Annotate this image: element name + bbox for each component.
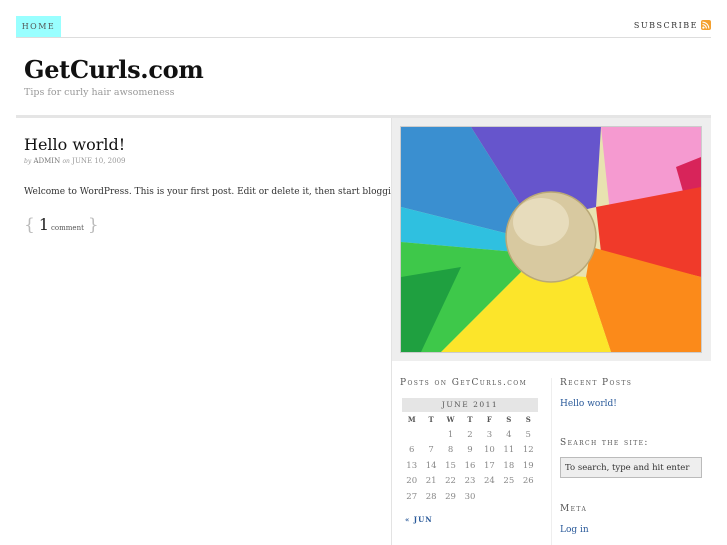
nav-home-tab[interactable]: HOME [16,16,61,37]
comments-link[interactable]: { 1 comment } [24,215,99,235]
login-link[interactable]: Log in [560,525,589,535]
calendar-day: 1 [447,429,454,440]
rss-icon[interactable] [701,20,711,30]
calendar-day [480,489,499,505]
subscribe-link[interactable]: SUBSCRIBE [634,20,711,30]
post-by-label: by [24,158,32,165]
calendar-day: 21 [425,476,437,487]
calendar-day: 18 [503,460,515,471]
calendar-week: 20 21 22 23 24 25 26 [402,474,538,490]
calendar-day-header: F [486,415,492,424]
calendar-day: 25 [503,476,515,487]
calendar-day: 20 [406,476,418,487]
close-brace: } [87,215,99,235]
calendar-day: 19 [522,460,534,471]
calendar-day-header: M [407,415,416,424]
calendar: JUNE 2011 M T W T F S S 1 2 3 4 5 6 7 8 … [402,398,538,505]
calendar-day: 5 [525,429,531,440]
calendar-day: 11 [503,445,515,456]
search-input[interactable] [560,457,702,478]
site-title[interactable]: GetCurls.com [24,55,204,84]
comment-label[interactable]: comment [51,224,84,232]
subscribe-label: SUBSCRIBE [633,20,698,30]
recent-posts-title: Recent Posts [560,378,633,388]
calendar-day [402,427,421,443]
site-description: Tips for curly hair awsomeness [24,87,175,98]
calendar-day: 16 [464,460,476,471]
post-date: JUNE 10, 2009 [72,157,126,165]
top-nav: HOME SUBSCRIBE [16,16,711,38]
calendar-day: 13 [406,460,418,471]
comment-count[interactable]: 1 [39,215,49,234]
calendar-day: 7 [428,445,434,456]
calendar-day: 15 [445,460,456,471]
calendar-day-header: W [446,415,455,424]
calendar-week: 13 14 15 16 17 18 19 [402,458,538,474]
calendar-prev-month-link[interactable]: « JUN [405,515,433,524]
calendar-day [499,489,518,505]
calendar-week: 1 2 3 4 5 [402,427,538,443]
calendar-day: 9 [467,445,473,456]
post-on-label: on [62,158,70,165]
calendar-day: 28 [425,491,437,502]
calendar-day: 17 [483,460,495,471]
calendar-day: 14 [425,460,437,471]
calendar-widget-title: Posts on GetCurls.com [400,378,528,388]
calendar-day: 29 [445,491,456,502]
calendar-day: 3 [486,429,493,440]
calendar-day [421,427,440,443]
featured-image [400,126,702,353]
post-author-link[interactable]: ADMIN [33,157,60,165]
post-meta: by ADMIN on JUNE 10, 2009 [24,157,126,165]
meta-widget-title: Meta [560,504,588,514]
recent-post-link[interactable]: Hello world! [560,399,617,409]
calendar-day: 26 [522,476,534,487]
calendar-day: 27 [406,491,418,502]
calendar-day-header: S [525,415,531,424]
sidebar-divider [551,378,552,545]
calendar-day: 2 [467,429,473,440]
calendar-day: 10 [483,445,495,456]
open-brace: { [24,215,35,235]
calendar-day-header: S [506,415,512,424]
calendar-day-header: T [428,415,434,424]
calendar-day: 8 [447,445,454,456]
post-body: Welcome to WordPress. This is your first… [24,187,407,197]
calendar-day: 4 [506,429,512,440]
calendar-week: 27 28 29 30 [402,489,538,505]
calendar-day: 30 [464,491,476,502]
calendar-week: 6 7 8 9 10 11 12 [402,443,538,459]
calendar-caption: JUNE 2011 [402,398,538,412]
calendar-day-header: T [467,415,473,424]
calendar-day: 24 [483,476,495,487]
calendar-day: 12 [522,445,534,456]
calendar-day: 23 [464,476,476,487]
calendar-day: 6 [409,445,415,456]
search-widget-title: Search the site: [560,438,649,448]
calendar-day [519,489,538,505]
featured-image-frame [392,118,711,361]
post-title[interactable]: Hello world! [24,135,125,154]
calendar-day: 22 [445,476,456,487]
